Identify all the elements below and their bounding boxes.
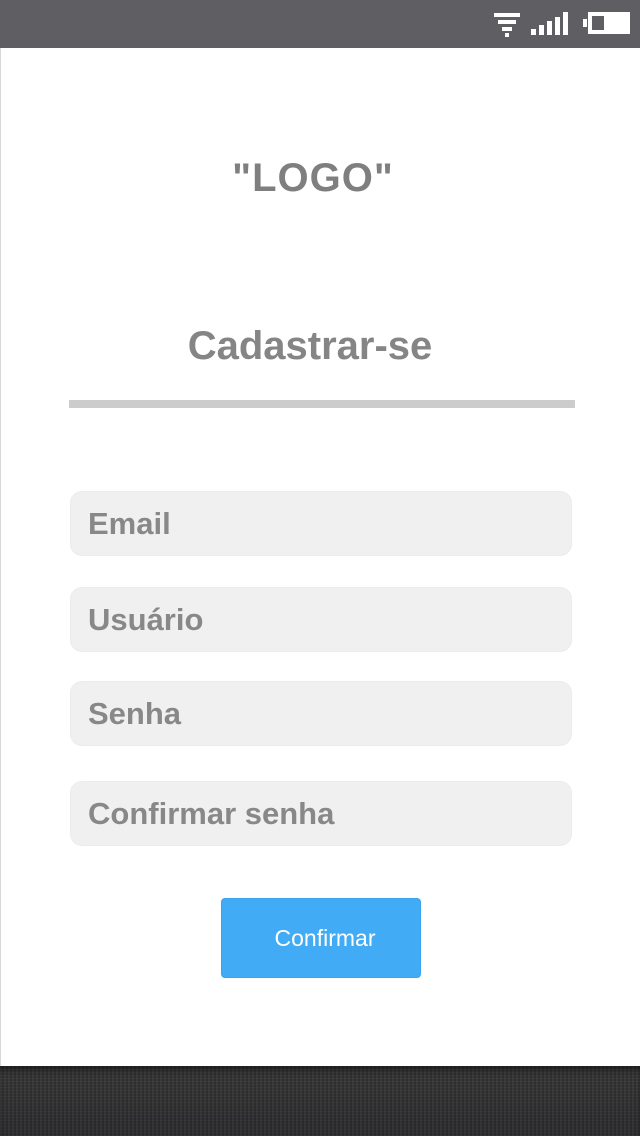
battery-icon bbox=[583, 12, 630, 34]
confirm-password-field[interactable] bbox=[70, 781, 572, 846]
password-field[interactable] bbox=[70, 681, 572, 746]
page-title: Cadastrar-se bbox=[187, 324, 433, 368]
device-bottom-area bbox=[0, 1066, 640, 1136]
status-bar bbox=[0, 0, 640, 48]
title-divider bbox=[69, 400, 575, 408]
username-field[interactable] bbox=[70, 587, 572, 652]
wifi-icon bbox=[494, 13, 520, 37]
email-field[interactable] bbox=[70, 491, 572, 556]
logo-placeholder: "LOGO" bbox=[232, 156, 394, 200]
signup-screen: "LOGO" Cadastrar-se Confirmar bbox=[0, 48, 640, 1066]
confirm-button[interactable]: Confirmar bbox=[221, 898, 421, 978]
signal-icon bbox=[531, 12, 568, 35]
